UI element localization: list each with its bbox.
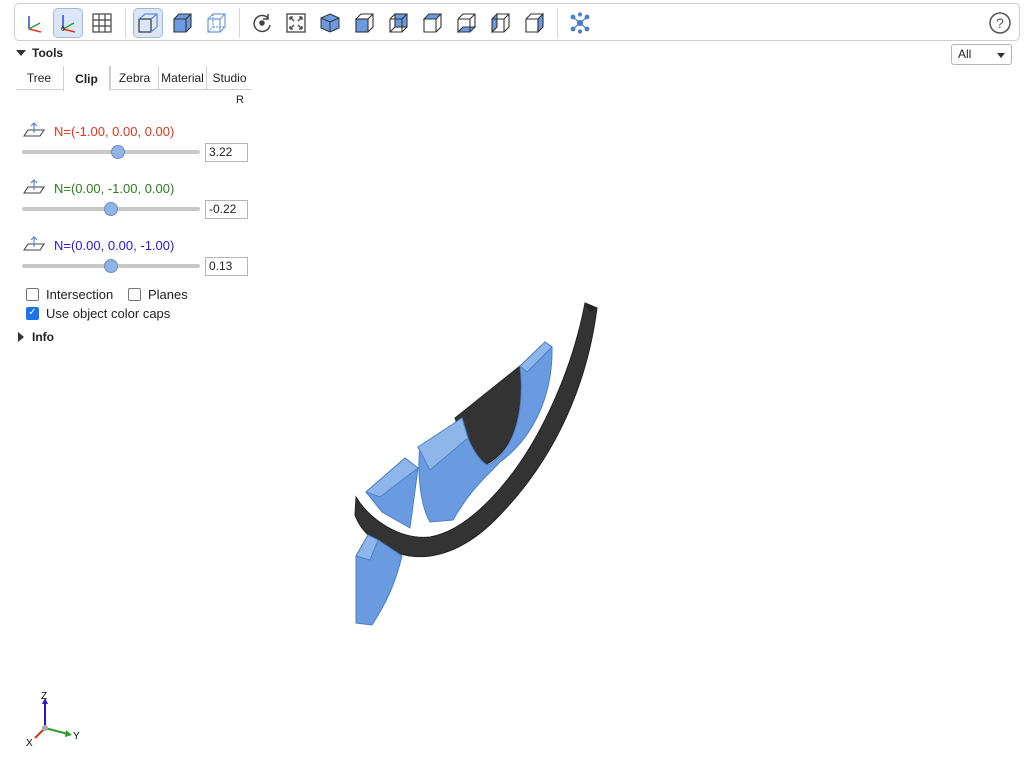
axes-origin-icon[interactable]: 0 xyxy=(53,8,83,38)
tools-label: Tools xyxy=(32,46,64,60)
perspective-icon[interactable] xyxy=(133,8,163,38)
clip-plane-3: N=(0.00, 0.00, -1.00) xyxy=(22,235,175,255)
intersection-checkbox[interactable] xyxy=(26,287,39,301)
right-view-icon[interactable] xyxy=(519,8,549,38)
axes-icon[interactable] xyxy=(19,8,49,38)
axis-z-label: Z xyxy=(41,691,47,702)
planes-option[interactable]: Planes xyxy=(128,285,188,303)
svg-text:?: ? xyxy=(996,15,1004,31)
tab-bar: Tree Clip Zebra Material Studio xyxy=(16,66,252,91)
toolbar: 0 ? xyxy=(14,3,1020,41)
bottom-view-icon[interactable] xyxy=(451,8,481,38)
fit-view-icon[interactable] xyxy=(281,8,311,38)
reset-view-icon[interactable] xyxy=(247,8,277,38)
slider-thumb[interactable] xyxy=(104,202,118,216)
plane-normal-icon[interactable] xyxy=(22,235,46,255)
chevron-down-icon xyxy=(16,50,26,56)
grid-icon[interactable] xyxy=(87,8,117,38)
planes-checkbox[interactable] xyxy=(128,287,141,301)
slider-thumb[interactable] xyxy=(104,259,118,273)
tab-studio[interactable]: Studio xyxy=(206,66,252,90)
view-select-value: All xyxy=(958,47,972,61)
color-caps-checkbox[interactable]: ✓ xyxy=(26,306,39,320)
color-caps-label: Use object color caps xyxy=(46,305,171,321)
tab-material[interactable]: Material xyxy=(158,66,206,90)
tab-zebra[interactable]: Zebra xyxy=(110,66,158,90)
plane-3-value-input[interactable]: 0.13 xyxy=(205,257,248,276)
chevron-right-icon xyxy=(18,332,24,342)
intersection-label: Intersection xyxy=(46,286,114,302)
planes-label: Planes xyxy=(148,286,188,302)
plane-1-value-input[interactable]: 3.22 xyxy=(205,143,248,162)
tab-tree[interactable]: Tree xyxy=(16,66,62,90)
tab-clip[interactable]: Clip xyxy=(63,66,110,91)
plane-2-slider[interactable] xyxy=(22,202,200,216)
rear-view-icon[interactable] xyxy=(383,8,413,38)
slider-thumb[interactable] xyxy=(111,145,125,159)
iso-view-icon[interactable] xyxy=(315,8,345,38)
model-viewport[interactable] xyxy=(300,290,630,635)
plane-normal-icon[interactable] xyxy=(22,121,46,141)
plane-normal-icon[interactable] xyxy=(22,178,46,198)
chevron-down-icon xyxy=(997,53,1005,58)
view-select[interactable]: All xyxy=(951,44,1012,65)
svg-text:0: 0 xyxy=(61,26,65,33)
plane-1-normal: N=(-1.00, 0.00, 0.00) xyxy=(54,123,175,139)
axis-x-label: X xyxy=(26,738,33,749)
reset-button[interactable]: R xyxy=(236,94,244,106)
info-label: Info xyxy=(32,330,54,344)
plane-2-value-input[interactable]: -0.22 xyxy=(205,200,248,219)
intersection-option[interactable]: Intersection xyxy=(26,285,113,303)
left-view-icon[interactable] xyxy=(485,8,515,38)
plane-3-normal: N=(0.00, 0.00, -1.00) xyxy=(54,237,175,253)
top-view-icon[interactable] xyxy=(417,8,447,38)
clip-plane-2: N=(0.00, -1.00, 0.00) xyxy=(22,178,175,198)
info-header[interactable]: Info xyxy=(18,329,54,345)
plane-2-normal: N=(0.00, -1.00, 0.00) xyxy=(54,180,175,196)
explode-icon[interactable] xyxy=(565,8,595,38)
wireframe-cube-icon[interactable] xyxy=(201,8,231,38)
tools-header[interactable]: Tools xyxy=(16,45,63,61)
axis-triad: Z Y X xyxy=(26,691,80,749)
solid-cube-icon[interactable] xyxy=(167,8,197,38)
axis-y-label: Y xyxy=(73,731,80,742)
plane-3-slider[interactable] xyxy=(22,259,200,273)
plane-1-slider[interactable] xyxy=(22,145,200,159)
clip-plane-1: N=(-1.00, 0.00, 0.00) xyxy=(22,121,175,141)
front-view-icon[interactable] xyxy=(349,8,379,38)
color-caps-option[interactable]: ✓ Use object color caps xyxy=(26,304,170,322)
help-icon[interactable]: ? xyxy=(985,8,1015,38)
